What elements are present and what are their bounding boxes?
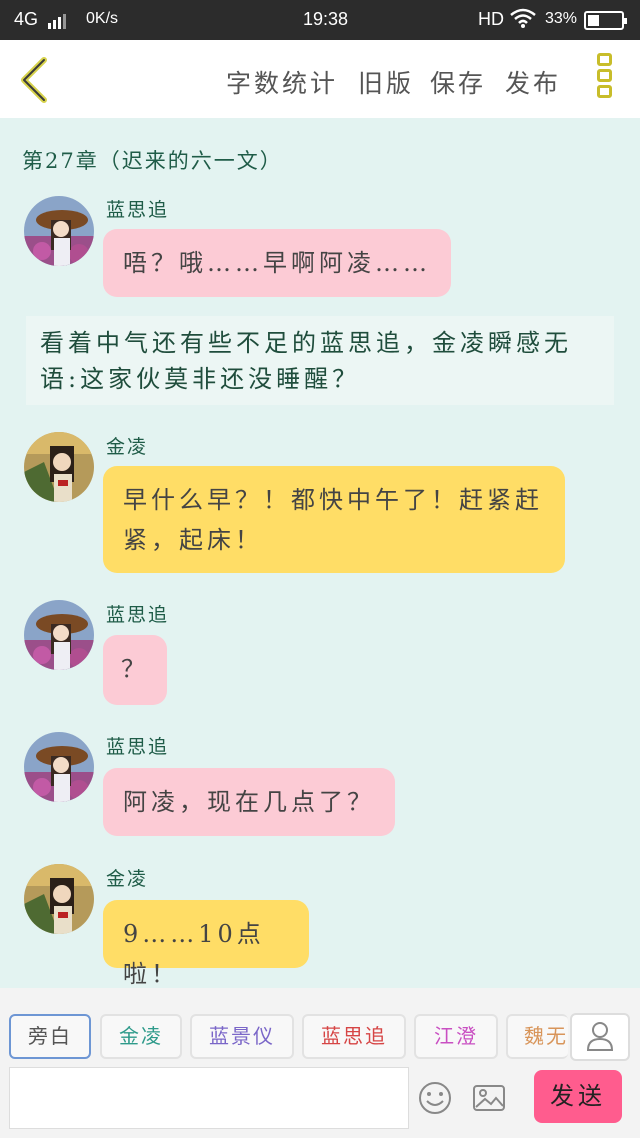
publish-button[interactable]: 发布 [505, 64, 561, 100]
avatar-lan-sizhui[interactable] [24, 196, 94, 266]
speaker-name: 蓝思追 [106, 604, 170, 626]
image-icon[interactable] [471, 1080, 507, 1116]
speaker-name: 金凌 [106, 436, 149, 458]
battery-percent: 33% [545, 10, 578, 27]
battery-icon [580, 9, 627, 30]
character-chip[interactable]: 魏无 [506, 1014, 568, 1059]
wifi-icon [510, 8, 536, 33]
avatar-lan-sizhui[interactable] [24, 600, 94, 670]
save-button[interactable]: 保存 [430, 64, 486, 100]
emoji-icon[interactable] [417, 1080, 453, 1116]
message-bubble[interactable]: ？ [103, 635, 167, 705]
avatar-jin-ling[interactable] [24, 432, 94, 502]
network-type: 4G [14, 9, 39, 29]
send-button[interactable]: 发送 [534, 1070, 622, 1123]
character-chip[interactable]: 蓝景仪 [190, 1014, 294, 1059]
speaker-name: 蓝思追 [106, 736, 170, 758]
message-bubble[interactable]: 唔？哦……早啊阿凌…… [103, 229, 451, 297]
message-bubble[interactable]: 阿凌，现在几点了？ [103, 768, 395, 836]
character-chip[interactable]: 蓝思追 [302, 1014, 406, 1059]
character-chip[interactable]: 金凌 [100, 1014, 182, 1059]
chevron-left-icon [21, 57, 47, 103]
message-bubble[interactable]: 早什么早？！都快中午了！赶紧赶紧，起床！ [103, 466, 565, 573]
message-bubble[interactable]: 9……10点啦！ [103, 900, 309, 988]
speaker-name: 金凌 [106, 868, 149, 890]
message-input[interactable] [9, 1067, 409, 1129]
avatar-jin-ling[interactable] [24, 864, 94, 934]
status-bar: 4G 0K/s 19:38 HD 33% [0, 0, 640, 40]
user-icon[interactable] [570, 1013, 630, 1061]
back-button[interactable] [14, 56, 54, 104]
editor-toolbar: 字数统计 旧版 保存 发布 [0, 40, 640, 118]
network-speed: 0K/s [86, 10, 119, 27]
hd-indicator: HD [478, 9, 504, 29]
old-version-button[interactable]: 旧版 [358, 64, 414, 100]
character-chip[interactable]: 旁白 [9, 1014, 91, 1059]
avatar-lan-sizhui[interactable] [24, 732, 94, 802]
narration-block[interactable]: 看着中气还有些不足的蓝思追，金凌瞬感无语:这家伙莫非还没睡醒？ [26, 316, 614, 405]
signal-icon [44, 8, 68, 29]
word-count-button[interactable]: 字数统计 [226, 64, 338, 100]
more-vertical-icon[interactable] [595, 53, 615, 105]
clock: 19:38 [303, 9, 349, 29]
chapter-title: 第27章（迟来的六一文） [22, 149, 283, 173]
character-chip[interactable]: 江澄 [414, 1014, 498, 1059]
speaker-name: 蓝思追 [106, 199, 170, 221]
